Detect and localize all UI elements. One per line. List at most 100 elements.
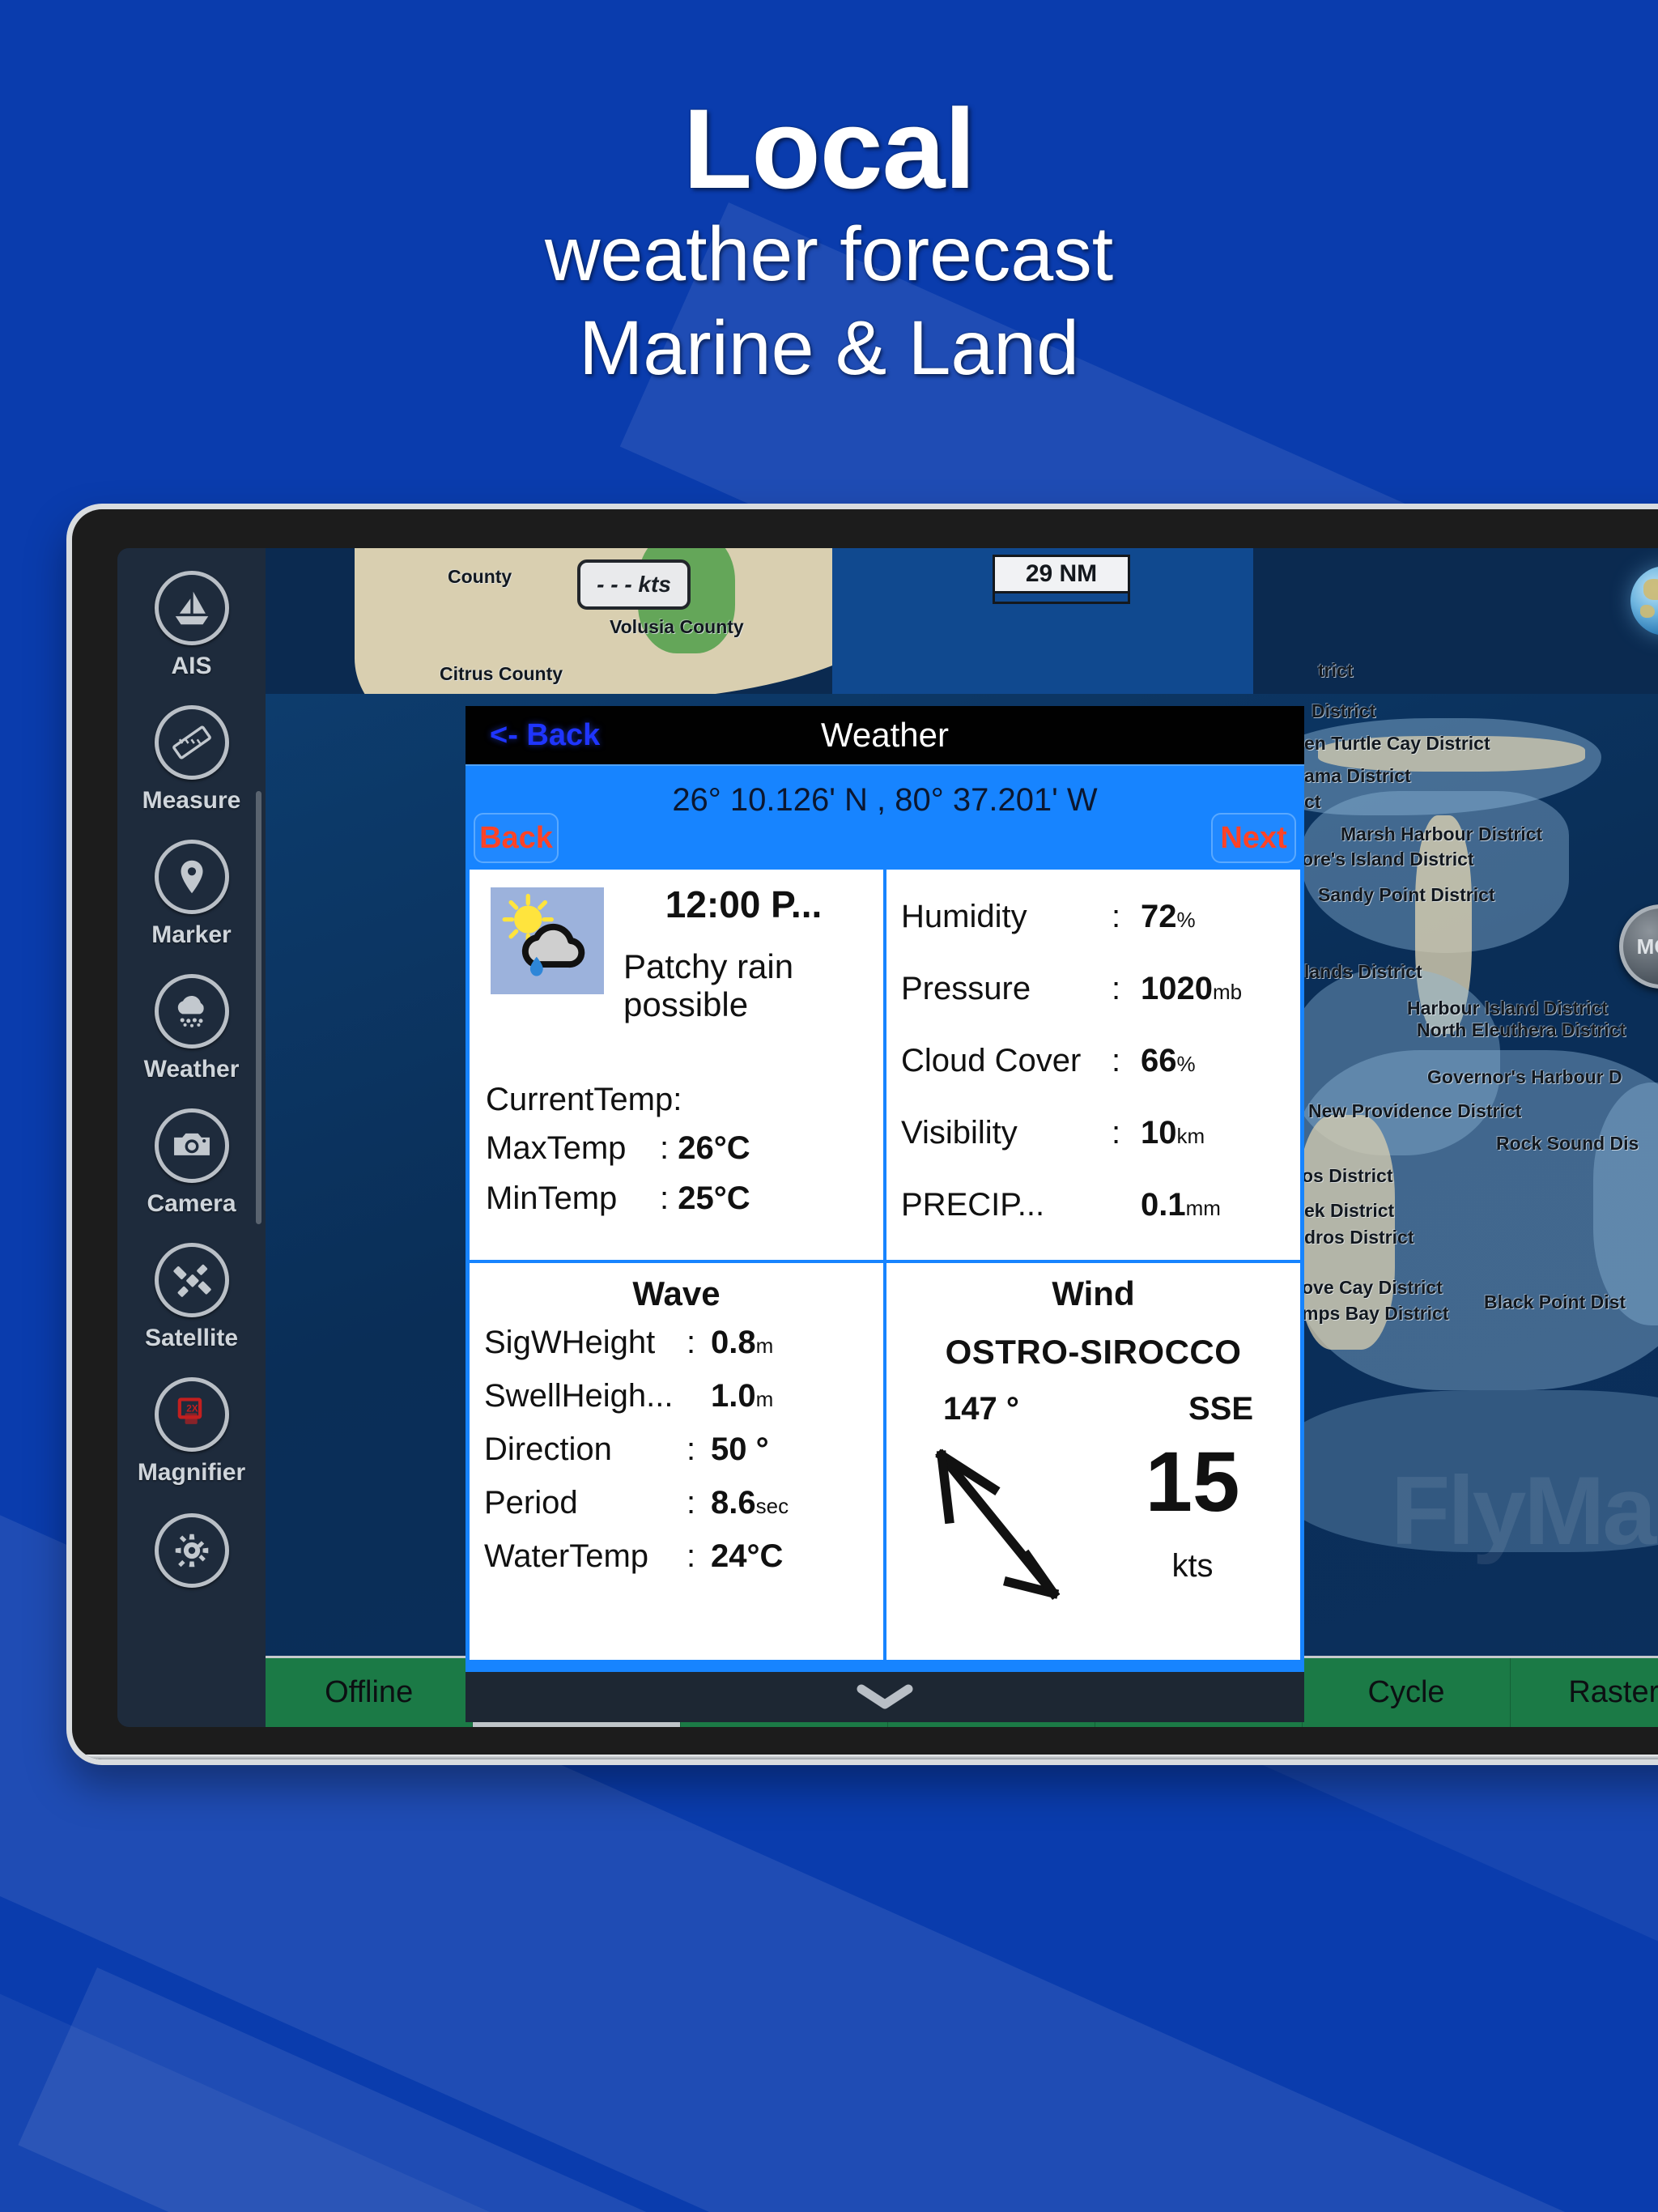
tablet-screen: ©FlyMap FlyMap CountyVolusia CountyCitru…: [117, 548, 1658, 1727]
coordinates-text: 26° 10.126' N , 80° 37.201' W: [672, 782, 1098, 818]
collapse-handle[interactable]: [466, 1672, 1304, 1722]
sidebar-item-label: Camera: [147, 1190, 236, 1217]
weather-dialog-titlebar: <- Back Weather: [466, 706, 1304, 764]
map-label: North Eleuthera District: [1417, 1019, 1626, 1040]
map-label: lands District: [1304, 961, 1422, 982]
map-label: New Providence District: [1308, 1100, 1522, 1121]
wind-name: OSTRO-SIROCCO: [945, 1333, 1242, 1371]
map-label: Sandy Point District: [1318, 884, 1495, 905]
rain-cloud-icon: [154, 974, 229, 1049]
wave-row: WaterTemp:24°C: [484, 1538, 784, 1574]
map-label: os District: [1302, 1165, 1393, 1186]
magnifier-2x-icon: 2X: [154, 1377, 229, 1452]
atmospheric-conditions-card: Humidity:72% Pressure:1020mb Cloud Cover:6…: [886, 870, 1300, 1260]
temperature-row: MaxTemp: 26°C: [486, 1130, 750, 1166]
weather-dialog-body: 12:00 P... Patchy rain possible CurrentT…: [466, 866, 1304, 1672]
wind-card: Wind OSTRO-SIROCCO 147 ° SSE 15 kts: [886, 1263, 1300, 1660]
sidebar-item-label: Weather: [143, 1056, 240, 1083]
coordinate-bar: 26° 10.126' N , 80° 37.201' W Back Next: [466, 764, 1304, 866]
sidebar-item-magnifier[interactable]: 2X Magnifier: [117, 1377, 266, 1487]
tab-offline[interactable]: Offline: [266, 1658, 474, 1727]
wave-row: Period:8.6sec: [484, 1485, 789, 1521]
promo-subtitle-line2: Marine & Land: [579, 304, 1079, 391]
condition-row: Cloud Cover:66%: [901, 1043, 1196, 1078]
map-pin-icon: [154, 840, 229, 914]
weather-dialog: <- Back Weather 26° 10.126' N , 80° 37.2…: [466, 706, 1304, 1722]
weather-condition-text: Patchy rain possible: [623, 947, 794, 1024]
wave-row: SwellHeigh... 1.0m: [484, 1378, 774, 1414]
prev-forecast-button[interactable]: Back: [474, 813, 559, 863]
forecast-time: 12:00 P...: [665, 883, 823, 925]
next-forecast-button[interactable]: Next: [1211, 813, 1296, 863]
map-label: Harbour Island District: [1407, 998, 1608, 1019]
promo-headline: Local weather forecast Marine & Land: [0, 89, 1658, 396]
wind-card-title: Wind: [1052, 1274, 1135, 1312]
sidebar-item-label: AIS: [171, 653, 212, 679]
satellite-icon: [154, 1243, 229, 1317]
tool-sidebar: AIS Measure Marker Weather Camera Satell…: [117, 548, 266, 1727]
map-label: ct: [1304, 791, 1321, 812]
map-label: Marsh Harbour District: [1341, 823, 1543, 844]
promo-title: Local: [682, 85, 976, 212]
svg-text:2X: 2X: [186, 1403, 198, 1414]
condition-row: Visibility:10km: [901, 1115, 1205, 1151]
condition-row: Humidity:72%: [901, 899, 1196, 934]
wave-row: Direction:50 °: [484, 1431, 769, 1467]
wave-card-title: Wave: [632, 1274, 721, 1312]
map-label: County: [448, 566, 512, 587]
sailboat-icon: [154, 571, 229, 645]
wind-cardinal-direction: SSE: [1188, 1391, 1253, 1427]
wind-speed-value: 15: [1145, 1435, 1240, 1529]
map-label: Rock Sound Dis: [1496, 1133, 1639, 1154]
map-label: Black Point Dist: [1484, 1291, 1626, 1312]
tablet-device-frame: ©FlyMap FlyMap CountyVolusia CountyCitru…: [66, 504, 1658, 1765]
map-watermark-secondary: FlyMap: [1391, 1457, 1658, 1565]
wind-degrees: 147 °: [943, 1391, 1019, 1427]
wave-card: Wave SigWHeight:0.8m SwellHeigh... 1.0m Dir…: [470, 1263, 883, 1660]
wave-row: SigWHeight:0.8m: [484, 1325, 774, 1360]
current-conditions-card: 12:00 P... Patchy rain possible CurrentT…: [470, 870, 883, 1260]
map-label: ove Cay District: [1302, 1277, 1443, 1298]
sun-behind-rain-cloud-icon: [491, 887, 604, 994]
sidebar-item-camera[interactable]: Camera: [117, 1108, 266, 1218]
sidebar-item-weather[interactable]: Weather: [117, 974, 266, 1083]
map-label: en Turtle Cay District: [1304, 733, 1490, 754]
sidebar-item-settings[interactable]: [117, 1513, 266, 1588]
camera-icon: [154, 1108, 229, 1183]
sidebar-item-label: Satellite: [144, 1325, 239, 1351]
current-temp-label: CurrentTemp:: [486, 1082, 682, 1117]
map-label: Governor's Harbour D: [1427, 1066, 1622, 1087]
ruler-icon: [154, 705, 229, 780]
map-label: ore's Island District: [1302, 849, 1474, 870]
map-label: Citrus County: [440, 663, 563, 684]
map-label: Volusia County: [610, 616, 744, 637]
map-label: ek District: [1304, 1200, 1395, 1221]
condition-row: Pressure:1020mb: [901, 971, 1243, 1006]
wind-speed-unit: kts: [1171, 1548, 1214, 1584]
map-scale-bar: 29 NM: [993, 555, 1130, 604]
map-label: ama District: [1304, 765, 1411, 786]
gear-icon: [154, 1513, 229, 1588]
sidebar-item-label: Marker: [151, 921, 232, 948]
globe-icon[interactable]: [1630, 566, 1658, 636]
condition-row: PRECIP... 0.1mm: [901, 1187, 1221, 1223]
tab-cycle[interactable]: Cycle: [1303, 1658, 1511, 1727]
sidebar-item-label: Magnifier: [137, 1459, 246, 1486]
sidebar-item-marker[interactable]: Marker: [117, 840, 266, 949]
map-label: District: [1312, 700, 1376, 721]
sidebar-item-measure[interactable]: Measure: [117, 705, 266, 815]
speed-readout: - - - kts: [577, 559, 691, 610]
temperature-row: MinTemp: 25°C: [486, 1180, 750, 1216]
promo-subtitle-line1: weather forecast: [544, 211, 1114, 297]
tab-raster[interactable]: Raster: [1510, 1658, 1658, 1727]
sidebar-item-label: Measure: [142, 787, 241, 814]
map-label: trict: [1318, 660, 1354, 681]
sidebar-item-ais[interactable]: AIS: [117, 571, 266, 680]
map-label: dros District: [1304, 1227, 1414, 1248]
sidebar-item-satellite[interactable]: Satellite: [117, 1243, 266, 1352]
sidebar-scrollbar[interactable]: [256, 791, 261, 1224]
map-label: mps Bay District: [1302, 1303, 1449, 1324]
wind-direction-arrow-icon: [916, 1433, 1102, 1619]
back-link[interactable]: <- Back: [490, 718, 600, 753]
chevron-down-icon: [857, 1684, 913, 1709]
